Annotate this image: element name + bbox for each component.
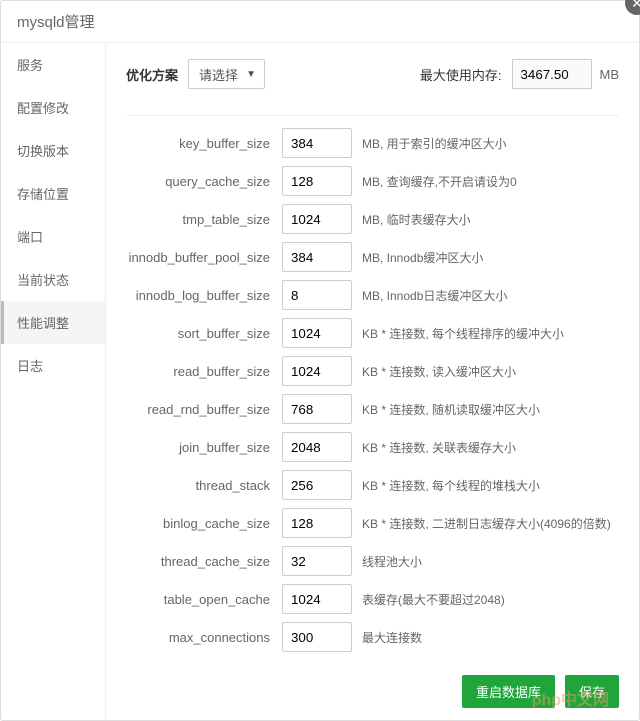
setting-input[interactable] [282, 356, 352, 386]
sidebar: 服务配置修改切换版本存储位置端口当前状态性能调整日志 [1, 43, 106, 720]
max-memory-input[interactable] [512, 59, 592, 89]
setting-label: tmp_table_size [126, 212, 282, 227]
setting-input[interactable] [282, 470, 352, 500]
setting-label: join_buffer_size [126, 440, 282, 455]
setting-row: innodb_log_buffer_size MB, Innodb日志缓冲区大小 [126, 280, 619, 310]
setting-input[interactable] [282, 546, 352, 576]
setting-row: max_connections 最大连接数 [126, 622, 619, 652]
setting-desc: KB * 连接数, 读入缓冲区大小 [362, 363, 516, 380]
sidebar-item[interactable]: 当前状态 [1, 258, 105, 301]
setting-input[interactable] [282, 622, 352, 652]
setting-row: thread_stack KB * 连接数, 每个线程的堆栈大小 [126, 470, 619, 500]
setting-row: table_open_cache 表缓存(最大不要超过2048) [126, 584, 619, 614]
divider [126, 115, 619, 116]
sidebar-item[interactable]: 切换版本 [1, 129, 105, 172]
setting-row: key_buffer_size MB, 用于索引的缓冲区大小 [126, 128, 619, 158]
plan-value: 请选择 [199, 65, 238, 84]
setting-desc: MB, 临时表缓存大小 [362, 211, 471, 228]
setting-row: tmp_table_size MB, 临时表缓存大小 [126, 204, 619, 234]
setting-row: thread_cache_size 线程池大小 [126, 546, 619, 576]
setting-desc: 最大连接数 [362, 629, 422, 646]
plan-label: 优化方案 [126, 65, 178, 84]
setting-label: thread_cache_size [126, 554, 282, 569]
sidebar-item[interactable]: 性能调整 [1, 301, 105, 344]
setting-input[interactable] [282, 584, 352, 614]
setting-row: read_rnd_buffer_size KB * 连接数, 随机读取缓冲区大小 [126, 394, 619, 424]
setting-desc: 线程池大小 [362, 553, 422, 570]
setting-desc: MB, 用于索引的缓冲区大小 [362, 135, 507, 152]
max-memory-label: 最大使用内存: [420, 65, 502, 84]
setting-row: read_buffer_size KB * 连接数, 读入缓冲区大小 [126, 356, 619, 386]
setting-label: thread_stack [126, 478, 282, 493]
sidebar-item[interactable]: 服务 [1, 43, 105, 86]
setting-input[interactable] [282, 318, 352, 348]
setting-label: table_open_cache [126, 592, 282, 607]
plan-select[interactable]: 请选择 ▼ [188, 59, 265, 89]
sidebar-item[interactable]: 端口 [1, 215, 105, 258]
setting-desc: MB, Innodb日志缓冲区大小 [362, 287, 507, 304]
max-memory-unit: MB [600, 67, 620, 82]
setting-input[interactable] [282, 432, 352, 462]
setting-desc: MB, 查询缓存,不开启请设为0 [362, 173, 517, 190]
setting-input[interactable] [282, 204, 352, 234]
sidebar-item[interactable]: 日志 [1, 344, 105, 387]
setting-row: innodb_buffer_pool_size MB, Innodb缓冲区大小 [126, 242, 619, 272]
setting-input[interactable] [282, 166, 352, 196]
setting-label: binlog_cache_size [126, 516, 282, 531]
setting-desc: KB * 连接数, 关联表缓存大小 [362, 439, 516, 456]
setting-desc: KB * 连接数, 每个线程排序的缓冲大小 [362, 325, 564, 342]
sidebar-item[interactable]: 配置修改 [1, 86, 105, 129]
setting-desc: KB * 连接数, 每个线程的堆栈大小 [362, 477, 540, 494]
setting-row: binlog_cache_size KB * 连接数, 二进制日志缓存大小(409… [126, 508, 619, 538]
main-panel: 优化方案 请选择 ▼ 最大使用内存: MB key_buffer_size MB,… [106, 43, 639, 720]
save-button[interactable]: 保存 [565, 675, 619, 708]
setting-label: read_buffer_size [126, 364, 282, 379]
setting-input[interactable] [282, 128, 352, 158]
sidebar-item[interactable]: 存储位置 [1, 172, 105, 215]
setting-label: max_connections [126, 630, 282, 645]
setting-desc: MB, Innodb缓冲区大小 [362, 249, 483, 266]
setting-label: sort_buffer_size [126, 326, 282, 341]
modal-title: mysqld管理 [1, 1, 639, 43]
setting-input[interactable] [282, 394, 352, 424]
setting-desc: KB * 连接数, 二进制日志缓存大小(4096的倍数) [362, 515, 611, 532]
setting-label: innodb_buffer_pool_size [126, 250, 282, 265]
chevron-down-icon: ▼ [246, 69, 256, 80]
restart-db-button[interactable]: 重启数据库 [462, 675, 555, 708]
setting-label: read_rnd_buffer_size [126, 402, 282, 417]
setting-desc: KB * 连接数, 随机读取缓冲区大小 [362, 401, 540, 418]
setting-desc: 表缓存(最大不要超过2048) [362, 591, 505, 608]
setting-label: query_cache_size [126, 174, 282, 189]
mysqld-modal: ✕ mysqld管理 服务配置修改切换版本存储位置端口当前状态性能调整日志 优化… [0, 0, 640, 721]
setting-row: join_buffer_size KB * 连接数, 关联表缓存大小 [126, 432, 619, 462]
setting-label: innodb_log_buffer_size [126, 288, 282, 303]
setting-input[interactable] [282, 242, 352, 272]
setting-input[interactable] [282, 280, 352, 310]
setting-row: query_cache_size MB, 查询缓存,不开启请设为0 [126, 166, 619, 196]
setting-row: sort_buffer_size KB * 连接数, 每个线程排序的缓冲大小 [126, 318, 619, 348]
setting-input[interactable] [282, 508, 352, 538]
setting-label: key_buffer_size [126, 136, 282, 151]
